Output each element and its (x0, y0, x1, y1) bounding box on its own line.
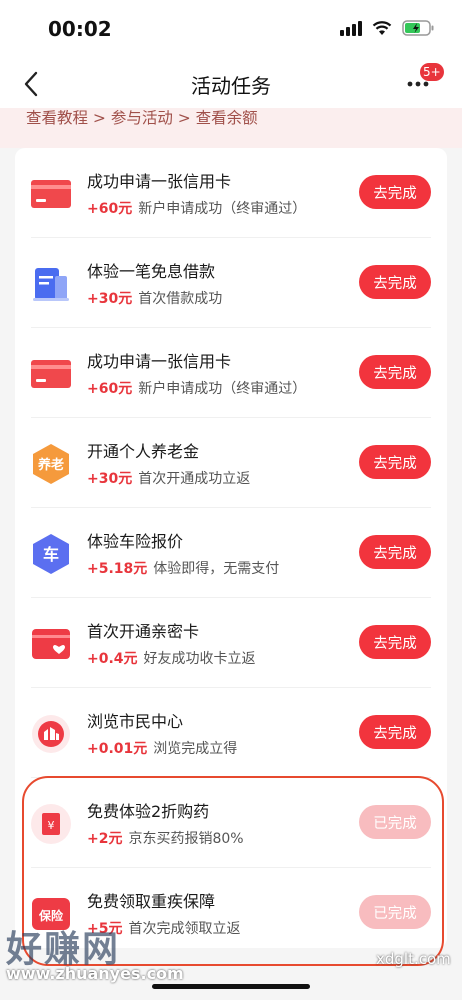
task-item-free-loan: 体验一笔免息借款 +30元 首次借款成功 去完成 (15, 238, 447, 328)
task-item-car-insurance: 车 体验车险报价 +5.18元 体验即得，无需支付 去完成 (15, 508, 447, 598)
task-title: 成功申请一张信用卡 (87, 352, 232, 371)
medicine-icon: ¥ (31, 804, 71, 844)
city-center-icon (32, 715, 70, 753)
reward-desc: 浏览完成立得 (153, 741, 238, 757)
reward-amount: +60元 (87, 381, 133, 397)
nav-bar: 活动任务 5+ (0, 60, 462, 108)
task-reward: +0.4元 好友成功收卡立返 (87, 648, 256, 668)
go-complete-button[interactable]: 去完成 (359, 445, 431, 479)
completed-button[interactable]: 已完成 (359, 805, 431, 839)
task-title: 免费体验2折购药 (87, 802, 210, 821)
car-shield-icon: 车 (33, 534, 69, 574)
home-indicator (152, 984, 310, 989)
task-reward: +5.18元 体验即得，无需支付 (87, 558, 279, 578)
status-icons (340, 20, 434, 36)
task-reward: +30元 首次借款成功 (87, 288, 222, 308)
reward-desc: 新户申请成功（终审通过） (138, 201, 307, 217)
task-reward: +2元 京东买药报销80% (87, 828, 244, 848)
reward-amount: +2元 (87, 831, 123, 847)
reward-desc: 首次借款成功 (138, 291, 223, 307)
reward-amount: +5.18元 (87, 561, 148, 577)
watermark-site: xdglt.com (376, 950, 451, 968)
reward-desc: 好友成功收卡立返 (143, 651, 256, 667)
page-title: 活动任务 (191, 74, 271, 98)
reward-amount: +30元 (87, 471, 133, 487)
signal-icon (340, 20, 362, 36)
task-title: 免费领取重疾保障 (87, 892, 216, 911)
watermark-url: www.zhuanyes.com (6, 964, 184, 983)
task-title: 开通个人养老金 (87, 442, 200, 461)
breadcrumb-bar: 查看教程 > 参与活动 > 查看余额 (0, 108, 462, 148)
reward-amount: +0.4元 (87, 651, 138, 667)
task-item-intimate-card: 首次开通亲密卡 +0.4元 好友成功收卡立返 去完成 (15, 598, 447, 688)
task-reward: +60元 新户申请成功（终审通过） (87, 198, 306, 218)
pension-icon: 养老 (33, 444, 69, 484)
go-complete-button[interactable]: 去完成 (359, 355, 431, 389)
go-complete-button[interactable]: 去完成 (359, 535, 431, 569)
task-reward: +60元 新户申请成功（终审通过） (87, 378, 306, 398)
status-bar: 00:02 (0, 0, 462, 60)
notification-badge: 5+ (420, 63, 444, 81)
credit-card-icon (31, 360, 71, 388)
task-item-pension: 养老 开通个人养老金 +30元 首次开通成功立返 去完成 (15, 418, 447, 508)
task-title: 体验一笔免息借款 (87, 262, 216, 281)
task-title: 首次开通亲密卡 (87, 622, 200, 641)
task-reward: +0.01元 浏览完成立得 (87, 738, 237, 758)
task-item-credit-card-2: 成功申请一张信用卡 +60元 新户申请成功（终审通过） 去完成 (15, 328, 447, 418)
task-title: 体验车险报价 (87, 532, 184, 551)
task-item-citizen-center: 浏览市民中心 +0.01元 浏览完成立得 去完成 (15, 688, 447, 778)
battery-icon (402, 20, 434, 36)
go-complete-button[interactable]: 去完成 (359, 175, 431, 209)
svg-text:养老: 养老 (37, 457, 64, 473)
task-title: 浏览市民中心 (87, 712, 184, 731)
completed-button[interactable]: 已完成 (359, 895, 431, 929)
reward-amount: +60元 (87, 201, 133, 217)
task-item-medicine: ¥ 免费体验2折购药 +2元 京东买药报销80% 已完成 (15, 778, 447, 868)
task-title: 成功申请一张信用卡 (87, 172, 232, 191)
more-icon[interactable] (406, 80, 430, 88)
go-complete-button[interactable]: 去完成 (359, 715, 431, 749)
wifi-icon (372, 21, 392, 35)
reward-amount: +0.01元 (87, 741, 148, 757)
reward-desc: 首次开通成功立返 (138, 471, 251, 487)
task-reward: +30元 首次开通成功立返 (87, 468, 250, 488)
heart-card-icon (32, 629, 70, 659)
reward-amount: +30元 (87, 291, 133, 307)
reward-desc: 体验即得，无需支付 (153, 561, 280, 577)
reward-desc: 京东买药报销80% (128, 831, 244, 847)
credit-card-icon (31, 180, 71, 208)
go-complete-button[interactable]: 去完成 (359, 625, 431, 659)
document-icon (33, 268, 69, 301)
breadcrumb[interactable]: 查看教程 > 参与活动 > 查看余额 (26, 108, 258, 128)
go-complete-button[interactable]: 去完成 (359, 265, 431, 299)
task-item-credit-card-1: 成功申请一张信用卡 +60元 新户申请成功（终审通过） 去完成 (15, 148, 447, 238)
task-list-card: 成功申请一张信用卡 +60元 新户申请成功（终审通过） 去完成 体验一笔免息借款 … (15, 148, 447, 948)
reward-desc: 新户申请成功（终审通过） (138, 381, 307, 397)
status-time: 00:02 (48, 17, 112, 41)
svg-text:车: 车 (43, 545, 59, 564)
svg-text:¥: ¥ (48, 819, 55, 832)
